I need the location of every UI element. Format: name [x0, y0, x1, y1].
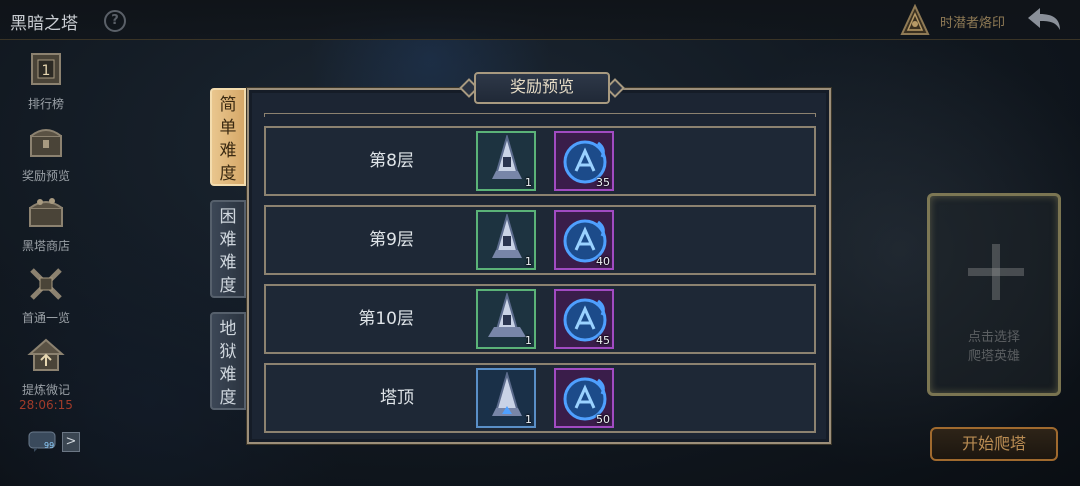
tower-token-item[interactable]: 1: [476, 289, 536, 349]
back-arrow-icon[interactable]: [1024, 6, 1064, 34]
reward-row-floor-10: 第10层 1 45: [264, 284, 816, 354]
tower-token-item[interactable]: 1: [476, 368, 536, 428]
swords-icon: [30, 268, 62, 300]
reward-row-floor-8: 第8层 1 35: [264, 126, 816, 196]
tower-token-item[interactable]: 1: [476, 210, 536, 270]
emblem-label[interactable]: 时潜者烙印: [940, 12, 1005, 31]
sidebar-item-rank[interactable]: 1 排行榜: [14, 50, 78, 112]
rank-icon: 1: [31, 53, 61, 85]
panel-header: 奖励预览: [459, 72, 625, 104]
row-label: 第9层: [369, 230, 414, 250]
sidebar-item-reward-preview[interactable]: 奖励预览: [14, 122, 78, 184]
help-icon[interactable]: ?: [104, 10, 126, 32]
tab-hell[interactable]: 地 狱 难 度: [210, 312, 246, 410]
sidebar-item-first-clear[interactable]: 首通一览: [14, 264, 78, 326]
panel-title: 奖励预览: [509, 77, 574, 96]
svg-text:1: 1: [42, 63, 51, 79]
tab-hard[interactable]: 困 难 难 度: [210, 200, 246, 298]
panel-divider: [264, 113, 816, 117]
sidebar-item-refine[interactable]: 提炼微记 28:06:15: [14, 336, 78, 412]
row-label: 塔顶: [380, 388, 414, 408]
house-icon: [27, 338, 65, 371]
hero-select-slot[interactable]: 点击选择 爬塔英雄: [927, 193, 1061, 396]
top-bar: 黑暗之塔 ? 时潜者烙印: [0, 0, 1080, 40]
blue-rune-item[interactable]: 45: [554, 289, 614, 349]
hero-hint: 点击选择 爬塔英雄: [967, 330, 1020, 364]
reward-row-tower-top: 塔顶 1 50: [264, 363, 816, 433]
page-title: 黑暗之塔: [10, 14, 78, 34]
sidebar-item-shop[interactable]: 黑塔商店: [14, 192, 78, 254]
start-climb-button[interactable]: 开始爬塔: [930, 427, 1058, 461]
reward-row-floor-9: 第9层 1 40: [264, 205, 816, 275]
emblem-icon[interactable]: [898, 4, 932, 38]
shop-chest-icon: [29, 198, 63, 227]
row-label: 第10层: [358, 309, 414, 329]
blue-rune-item[interactable]: 50: [554, 368, 614, 428]
chat-expand-button[interactable]: >: [62, 432, 80, 452]
tower-token-item[interactable]: 1: [476, 131, 536, 191]
chest-icon: [30, 129, 62, 157]
blue-rune-item[interactable]: 35: [554, 131, 614, 191]
row-label: 第8层: [369, 151, 414, 171]
chat-count: 99: [44, 441, 55, 450]
refine-timer: 28:06:15: [19, 398, 73, 412]
blue-rune-item[interactable]: 40: [554, 210, 614, 270]
tab-easy[interactable]: 简 单 难 度: [210, 88, 246, 186]
plus-icon: [968, 244, 1024, 300]
